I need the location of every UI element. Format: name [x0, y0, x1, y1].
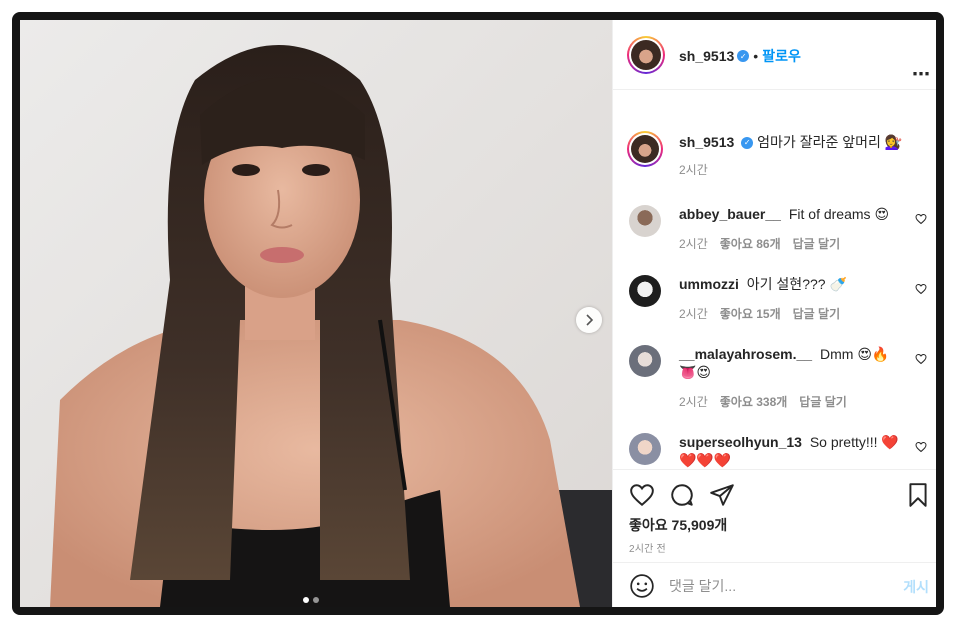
comment-likes-button[interactable]: 좋아요 338개 [720, 393, 788, 411]
comment-avatar[interactable] [629, 275, 661, 307]
comment-username[interactable]: superseolhyun_13 [679, 434, 802, 450]
comment-avatar[interactable] [629, 205, 661, 237]
comment-input[interactable] [669, 575, 869, 597]
comment-avatar[interactable] [629, 345, 661, 377]
post-comment-button[interactable]: 게시 [903, 577, 929, 597]
comment-text: 아기 설현??? [746, 276, 826, 292]
comment-row: __malayahrosem.__ Dmm 😍🔥👅😍 2시간 좋아요 338개 … [629, 345, 929, 415]
comment-time: 2시간 [679, 237, 708, 251]
comment-avatar[interactable] [629, 433, 661, 465]
comment-emoji: 😍 [874, 206, 890, 222]
post-actions: 좋아요 75,909개 2시간 전 게시 [613, 469, 936, 607]
carousel-next-button[interactable] [576, 307, 602, 333]
post-modal: sh_9513 ✓ • 팔로우 ⋯ sh_9513 ✓ 엄마가 잘라준 앞머리 💇… [20, 20, 936, 607]
post-side-panel: sh_9513 ✓ • 팔로우 ⋯ sh_9513 ✓ 엄마가 잘라준 앞머리 💇… [612, 20, 936, 607]
caption-avatar[interactable] [627, 131, 663, 167]
comment-reply-button[interactable]: 답글 달기 [793, 305, 841, 323]
comment-likes-button[interactable]: 좋아요 15개 [720, 305, 781, 323]
comment-text: So pretty!!! [809, 434, 878, 450]
caption-time: 2시간 [679, 163, 708, 177]
heart-icon[interactable] [915, 441, 927, 453]
comment-text: Dmm [819, 346, 854, 362]
post-timestamp: 2시간 전 [629, 544, 666, 555]
caption-emoji: 💇‍♀️ [884, 134, 903, 150]
paper-plane-icon[interactable] [709, 482, 735, 508]
heart-icon[interactable] [915, 213, 927, 225]
comment-reply-button[interactable]: 답글 달기 [793, 235, 841, 253]
comment-composer: 게시 [613, 562, 936, 607]
caption-text: sh_9513 ✓ 엄마가 잘라준 앞머리 💇‍♀️ [679, 133, 919, 151]
carousel-dot-2 [313, 597, 319, 603]
chevron-right-icon [586, 314, 594, 326]
comment-row: ummozzi 아기 설현??? 🍼 2시간 좋아요 15개 답글 달기 [629, 275, 929, 325]
comment-username[interactable]: __malayahrosem.__ [679, 346, 812, 362]
post-photo[interactable] [20, 20, 612, 607]
carousel-dot-1 [303, 597, 309, 603]
comment-emoji: 🍼 [829, 276, 847, 292]
post-header: sh_9513 ✓ • 팔로우 ⋯ [613, 20, 936, 90]
heart-icon[interactable] [629, 482, 655, 508]
comment-bubble-icon[interactable] [669, 482, 695, 508]
smiley-icon[interactable] [629, 573, 655, 599]
caption-body: 엄마가 잘라준 앞머리 [757, 134, 881, 150]
heart-icon[interactable] [915, 283, 927, 295]
follow-button[interactable]: 팔로우 [762, 46, 801, 66]
verified-badge-icon: ✓ [737, 50, 750, 62]
photo-illustration [20, 20, 612, 607]
comment-row: superseolhyun_13 So pretty!!! ❤️❤️❤️❤️ [629, 433, 929, 469]
carousel-indicator [303, 597, 319, 603]
caption-username[interactable]: sh_9513 [679, 134, 734, 150]
comment-username[interactable]: abbey_bauer__ [679, 206, 781, 222]
bookmark-icon[interactable] [905, 482, 931, 508]
more-horizontal-icon[interactable]: ⋯ [912, 65, 931, 83]
comment-time: 2시간 [679, 307, 708, 321]
author-username[interactable]: sh_9513 [679, 48, 734, 64]
comment-reply-button[interactable]: 답글 달기 [799, 393, 847, 411]
comment-time: 2시간 [679, 395, 708, 409]
verified-badge-icon: ✓ [741, 137, 754, 150]
author-avatar[interactable] [627, 36, 665, 74]
heart-icon[interactable] [915, 353, 927, 365]
separator-dot: • [753, 48, 759, 64]
comment-row: abbey_bauer__ Fit of dreams 😍 2시간 좋아요 86… [629, 205, 929, 255]
comment-likes-button[interactable]: 좋아요 86개 [720, 235, 781, 253]
comment-username[interactable]: ummozzi [679, 276, 739, 292]
caption-row: sh_9513 ✓ 엄마가 잘라준 앞머리 💇‍♀️ 2시간 [627, 131, 929, 183]
comments-list: sh_9513 ✓ 엄마가 잘라준 앞머리 💇‍♀️ 2시간 abbey_baue… [613, 91, 936, 469]
comment-text: Fit of dreams [788, 206, 871, 222]
likes-count[interactable]: 좋아요 75,909개 [629, 515, 727, 535]
